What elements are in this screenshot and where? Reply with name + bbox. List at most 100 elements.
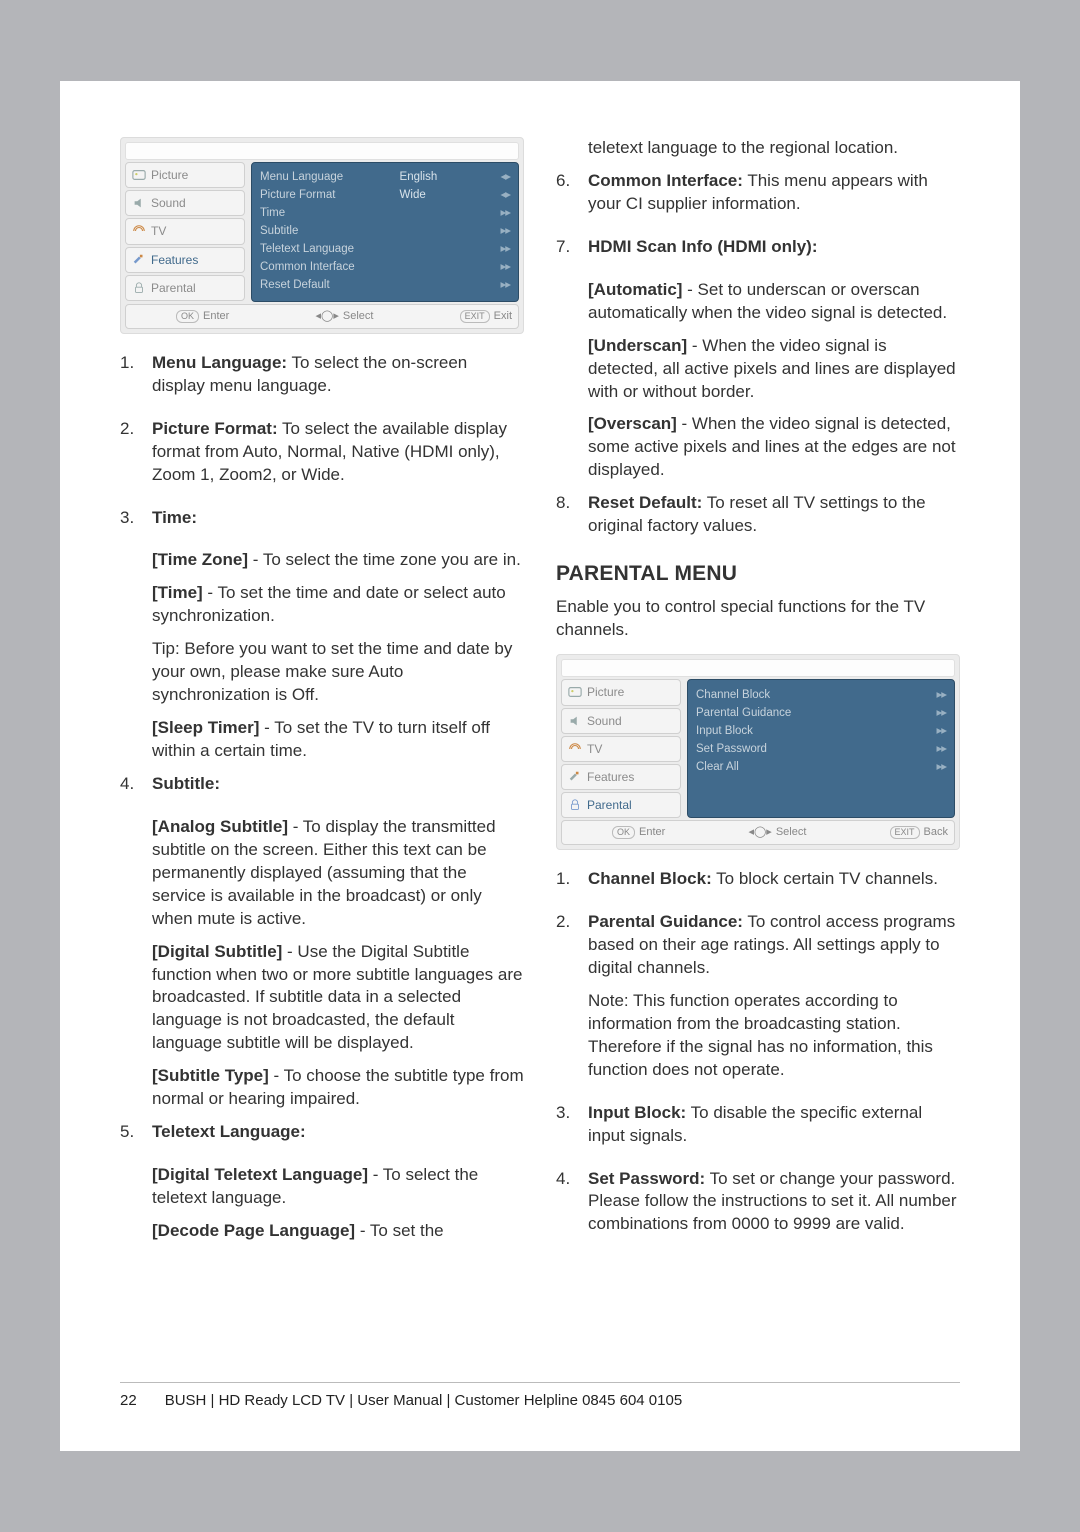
exit-label: Back: [924, 825, 948, 840]
list-number: 6.: [556, 170, 574, 226]
item-title: Picture Format:: [152, 419, 278, 438]
ok-key-icon: OK: [176, 310, 199, 323]
list-item: 3. Input Block: To disable the specific …: [556, 1102, 960, 1158]
enter-arrows-icon: ▸▸: [481, 278, 510, 294]
sidebar-label: Parental: [151, 280, 196, 296]
menu-item-value: English: [400, 170, 481, 186]
menu-body: Picture Sound TV Features: [561, 679, 955, 818]
item-title: Teletext Language:: [152, 1122, 306, 1141]
parental-menu-screenshot: Picture Sound TV Features: [556, 654, 960, 850]
option-title: [Automatic]: [588, 280, 682, 299]
picture-icon: [568, 685, 582, 699]
indent-block: [Automatic] - Set to underscan or oversc…: [588, 279, 960, 483]
list-content: Set Password: To set or change your pass…: [588, 1168, 960, 1247]
list-content: Subtitle:: [152, 773, 524, 806]
menu-sidebar: Picture Sound TV Features: [561, 679, 681, 818]
sidebar-item-tv: TV: [561, 736, 681, 762]
menu-item-label: Picture Format: [260, 188, 400, 204]
indent-block: [Time Zone] - To select the time zone yo…: [152, 549, 524, 763]
exit-key-icon: EXIT: [890, 826, 920, 839]
option-title: [Time Zone]: [152, 550, 248, 569]
enter-arrows-icon: ▸▸: [917, 706, 946, 722]
item-title: Subtitle:: [152, 774, 220, 793]
option-title: [Subtitle Type]: [152, 1066, 269, 1085]
list-number: 4.: [556, 1168, 574, 1247]
menu-header-bar: [561, 659, 955, 677]
option-title: [Digital Teletext Language]: [152, 1165, 368, 1184]
list-number: 3.: [120, 507, 138, 540]
menu-item-label: Common Interface: [260, 260, 400, 276]
footer-text: BUSH | HD Ready LCD TV | User Manual | C…: [165, 1391, 683, 1411]
menu-row: Menu LanguageEnglish◂▸: [260, 169, 510, 187]
features-menu-screenshot: Picture Sound TV Features: [120, 137, 524, 334]
list-number: 2.: [120, 418, 138, 497]
sound-icon: [132, 196, 146, 210]
option-text: - To set the: [355, 1221, 444, 1240]
list-number: 4.: [120, 773, 138, 806]
exit-label: Exit: [494, 309, 512, 324]
ok-key-icon: OK: [612, 826, 635, 839]
option-title: [Decode Page Language]: [152, 1221, 355, 1240]
exit-key-icon: EXIT: [460, 310, 490, 323]
columns: Picture Sound TV Features: [120, 137, 960, 1256]
tv-icon: [132, 224, 146, 238]
tip-text: Tip: Before you want to set the time and…: [152, 638, 524, 707]
list-content: Time:: [152, 507, 524, 540]
menu-row: Time▸▸: [260, 205, 510, 223]
option-title: [Overscan]: [588, 414, 677, 433]
list-item: 1. Menu Language: To select the on-scree…: [120, 352, 524, 408]
indent-block: [Analog Subtitle] - To display the trans…: [152, 816, 524, 1111]
list-item: 8. Reset Default: To reset all TV settin…: [556, 492, 960, 548]
item-title: HDMI Scan Info (HDMI only):: [588, 237, 817, 256]
list-content: Picture Format: To select the available …: [152, 418, 524, 497]
item-title: Menu Language:: [152, 353, 287, 372]
list-item: 2. Picture Format: To select the availab…: [120, 418, 524, 497]
menu-row: Reset Default▸▸: [260, 277, 510, 295]
sidebar-label: Picture: [151, 167, 188, 183]
menu-row: Parental Guidance ▸▸: [696, 704, 946, 722]
menu-row: Input Block▸▸: [696, 722, 946, 740]
menu-row: Clear All▸▸: [696, 758, 946, 776]
menu-footer: OK Enter ◂◯▸ Select EXIT Back: [561, 820, 955, 845]
menu-row: Set Password▸▸: [696, 740, 946, 758]
right-column: teletext language to the regional locati…: [556, 137, 960, 1256]
list-number: 7.: [556, 236, 574, 269]
menu-body: Picture Sound TV Features: [125, 162, 519, 302]
enter-arrows-icon: ▸▸: [917, 760, 946, 776]
list-content: Common Interface: This menu appears with…: [588, 170, 960, 226]
sidebar-item-features: Features: [125, 247, 245, 273]
option-title: [Analog Subtitle]: [152, 817, 288, 836]
sidebar-item-parental: Parental: [561, 792, 681, 818]
list-number: 8.: [556, 492, 574, 548]
ok-label: Enter: [639, 825, 665, 840]
enter-arrows-icon: ▸▸: [917, 724, 946, 740]
features-icon: [568, 770, 582, 784]
indent-block: [Digital Teletext Language] - To select …: [152, 1164, 524, 1243]
menu-item-label: Menu Language: [260, 170, 400, 186]
tv-icon: [568, 742, 582, 756]
menu-item-label: Set Password: [696, 742, 836, 758]
sidebar-label: Sound: [151, 195, 186, 211]
picture-icon: [132, 168, 146, 182]
menu-footer: OK Enter ◂◯▸ Select EXIT Exit: [125, 304, 519, 329]
sidebar-label: Features: [587, 769, 634, 785]
sidebar-item-tv: TV: [125, 218, 245, 244]
page: Picture Sound TV Features: [60, 81, 1020, 1451]
parental-icon: [132, 281, 146, 295]
list-item: 2. Parental Guidance: To control access …: [556, 911, 960, 1092]
page-footer: 22 BUSH | HD Ready LCD TV | User Manual …: [120, 1382, 960, 1411]
select-label: Select: [343, 309, 374, 324]
sidebar-item-parental: Parental: [125, 275, 245, 301]
sidebar-label: Features: [151, 252, 198, 268]
select-glyph-icon: ◂◯▸: [316, 309, 339, 324]
menu-row: Teletext Language▸▸: [260, 241, 510, 259]
menu-item-label: Parental Guidance: [696, 706, 836, 722]
menu-header-bar: [125, 142, 519, 160]
sidebar-item-sound: Sound: [125, 190, 245, 216]
list-content: Reset Default: To reset all TV settings …: [588, 492, 960, 548]
page-number: 22: [120, 1391, 137, 1411]
menu-item-value: Wide: [400, 188, 481, 204]
list-content: Input Block: To disable the specific ext…: [588, 1102, 960, 1158]
item-title: Reset Default:: [588, 493, 702, 512]
list-number: 5.: [120, 1121, 138, 1154]
